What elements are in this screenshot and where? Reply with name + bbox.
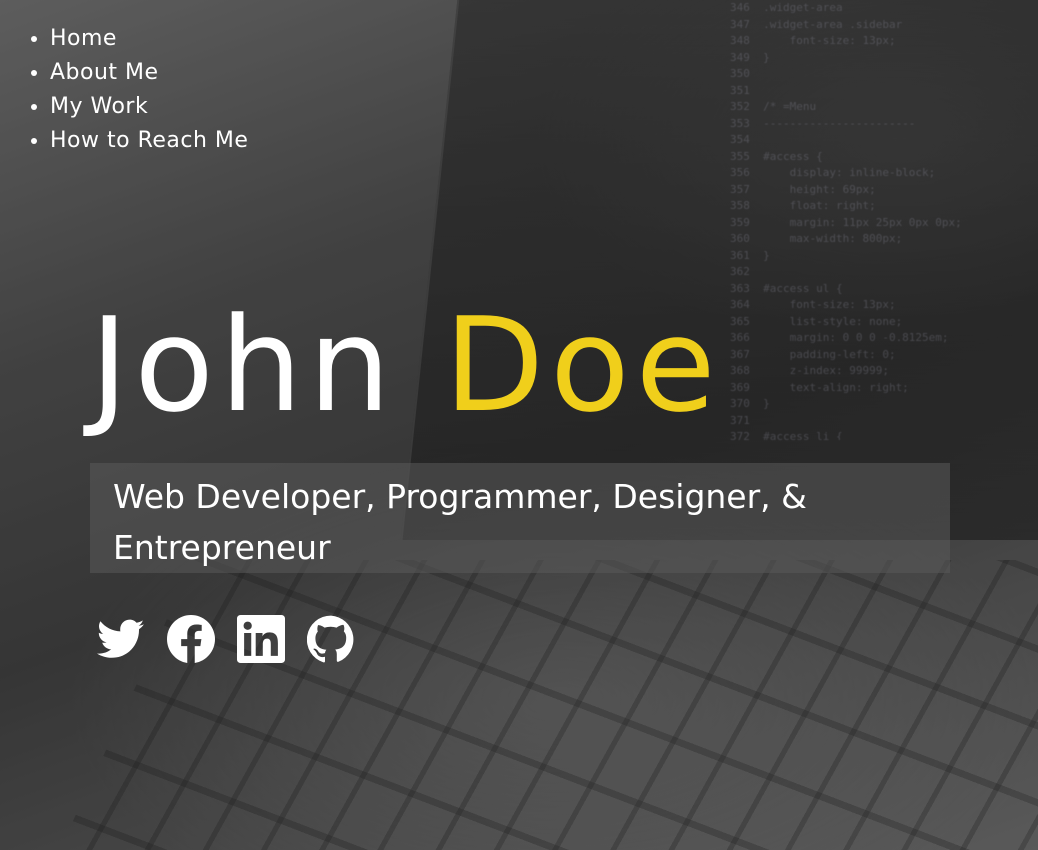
nav-item-my-work: My Work: [50, 90, 248, 124]
linkedin-icon: [237, 615, 285, 663]
twitter-icon: [97, 619, 145, 658]
github-link[interactable]: [307, 615, 355, 663]
hero-name-heading: John Doe: [90, 290, 722, 440]
nav-link-about-me[interactable]: About Me: [50, 60, 159, 85]
nav-link-home[interactable]: Home: [50, 26, 117, 51]
hero-tagline: Web Developer, Programmer, Designer, & E…: [113, 477, 807, 567]
github-icon: [307, 615, 354, 663]
hero-section: John Doe: [90, 290, 722, 440]
hero-last-name: Doe: [444, 289, 722, 441]
social-links: [97, 615, 355, 663]
hero-tagline-box: Web Developer, Programmer, Designer, & E…: [90, 463, 950, 573]
nav-item-about-me: About Me: [50, 56, 248, 90]
facebook-link[interactable]: [167, 615, 215, 663]
nav-list: Home About Me My Work How to Reach Me: [0, 22, 248, 158]
hero-first-name: John: [90, 289, 397, 441]
main-navigation: Home About Me My Work How to Reach Me: [0, 22, 248, 158]
twitter-link[interactable]: [97, 615, 145, 663]
facebook-icon: [167, 615, 215, 663]
nav-item-contact: How to Reach Me: [50, 124, 248, 158]
linkedin-link[interactable]: [237, 615, 285, 663]
nav-link-contact[interactable]: How to Reach Me: [50, 128, 248, 153]
nav-link-my-work[interactable]: My Work: [50, 94, 148, 119]
nav-item-home: Home: [50, 22, 248, 56]
